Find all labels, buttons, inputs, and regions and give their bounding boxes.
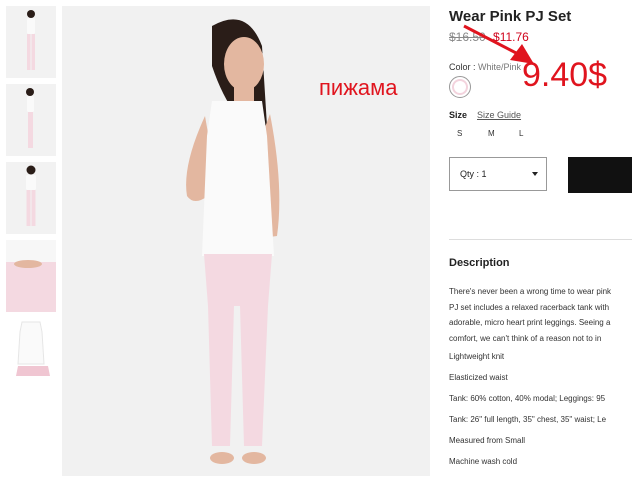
description-line: comfort, we can't think of a reason not … xyxy=(449,333,602,343)
color-swatch-white-pink[interactable] xyxy=(449,76,471,98)
add-to-bag-button[interactable] xyxy=(568,157,632,193)
annotation-arrow-icon xyxy=(463,24,534,64)
feature-item: Machine wash cold xyxy=(449,457,518,466)
feature-item: Tank: 60% cotton, 40% modal; Leggings: 9… xyxy=(449,394,606,403)
feature-item: Lightweight knit xyxy=(449,352,505,361)
thumbnail-back[interactable] xyxy=(6,162,56,234)
feature-list: Lightweight knit Elasticized waist Tank:… xyxy=(449,351,632,477)
quantity-select[interactable]: Qty : 1 xyxy=(449,157,547,191)
thumbnail-strip xyxy=(6,6,56,396)
size-guide-link[interactable]: Size Guide xyxy=(477,110,521,120)
thumbnail-detail[interactable] xyxy=(6,240,56,312)
feature-item: Tank: 26" full length, 35" chest, 35" wa… xyxy=(449,415,607,424)
thumbnail-side[interactable] xyxy=(6,84,56,156)
description-line: PJ set includes a relaxed racerback tank… xyxy=(449,302,610,312)
annotation-word: пижама xyxy=(319,75,398,100)
description-line: There's never been a wrong time to wear … xyxy=(449,287,612,296)
caret-down-icon xyxy=(532,172,538,176)
feature-item: Measured from Small xyxy=(449,436,526,445)
description-line: adorable, micro heart print leggings. Se… xyxy=(449,318,611,327)
quantity-value: Qty : 1 xyxy=(460,169,487,179)
description-paragraph: There's never been a wrong time to wear … xyxy=(449,284,632,346)
feature-item: Elasticized waist xyxy=(449,373,508,382)
size-option-m[interactable]: M xyxy=(488,129,495,138)
thumbnail-front[interactable] xyxy=(6,6,56,78)
size-label: Size xyxy=(449,110,468,120)
size-option-l[interactable]: L xyxy=(519,129,523,138)
description-heading: Description xyxy=(449,257,510,269)
divider xyxy=(449,239,632,240)
size-option-s[interactable]: S xyxy=(457,129,462,138)
thumbnail-flatlay[interactable] xyxy=(6,318,56,390)
